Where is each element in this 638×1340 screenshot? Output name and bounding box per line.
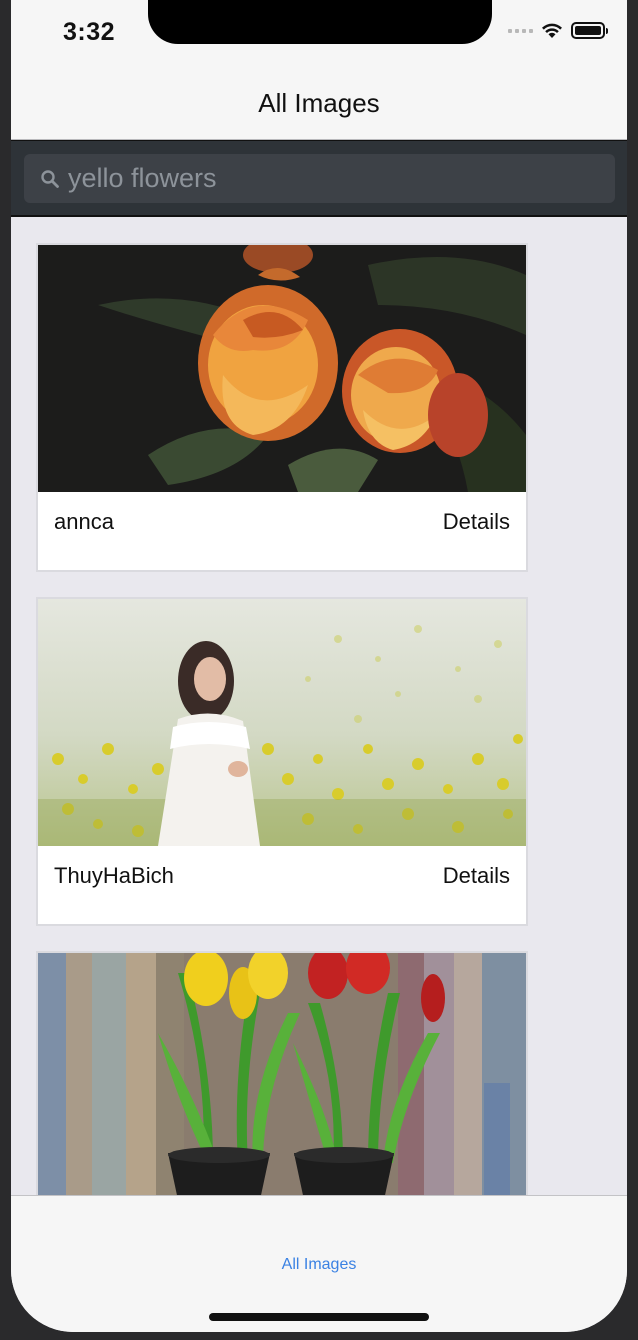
image-card[interactable]: annca Details bbox=[36, 243, 528, 572]
wifi-icon bbox=[542, 23, 562, 38]
tab-all-images[interactable]: All Images bbox=[11, 1256, 627, 1274]
search-bar: yello flowers bbox=[11, 140, 627, 217]
orange-roses-photo[interactable] bbox=[38, 245, 526, 492]
tab-bar: All Images bbox=[11, 1195, 627, 1332]
search-icon bbox=[41, 170, 59, 188]
author-name: annca bbox=[54, 509, 114, 534]
card-meta: ThuyHaBich Details bbox=[38, 846, 526, 924]
device-frame: 3:32 All Images yello flowers annca Deta… bbox=[0, 0, 638, 1340]
search-input-value: yello flowers bbox=[68, 163, 217, 193]
image-card[interactable] bbox=[36, 951, 528, 1195]
woman-in-yellow-flower-field-photo[interactable] bbox=[38, 599, 526, 846]
tulips-in-pots-photo[interactable] bbox=[38, 953, 526, 1195]
author-name: ThuyHaBich bbox=[54, 863, 174, 888]
notch bbox=[148, 0, 492, 44]
card-meta: annca Details bbox=[38, 492, 526, 570]
navigation-bar: All Images bbox=[11, 68, 627, 140]
details-button[interactable]: Details bbox=[443, 509, 510, 535]
details-button[interactable]: Details bbox=[443, 863, 510, 889]
search-input[interactable]: yello flowers bbox=[24, 154, 615, 203]
image-list[interactable]: annca Details ThuyHaBich Details bbox=[11, 217, 627, 1195]
status-bar: 3:32 bbox=[11, 0, 627, 68]
battery-icon bbox=[571, 22, 608, 39]
status-time: 3:32 bbox=[63, 18, 116, 46]
status-icons bbox=[508, 22, 608, 39]
page-title: All Images bbox=[258, 88, 380, 118]
image-card[interactable]: ThuyHaBich Details bbox=[36, 597, 528, 926]
signal-icon bbox=[508, 28, 533, 33]
home-indicator[interactable] bbox=[209, 1313, 429, 1321]
screen: 3:32 All Images yello flowers annca Deta… bbox=[11, 0, 627, 1332]
